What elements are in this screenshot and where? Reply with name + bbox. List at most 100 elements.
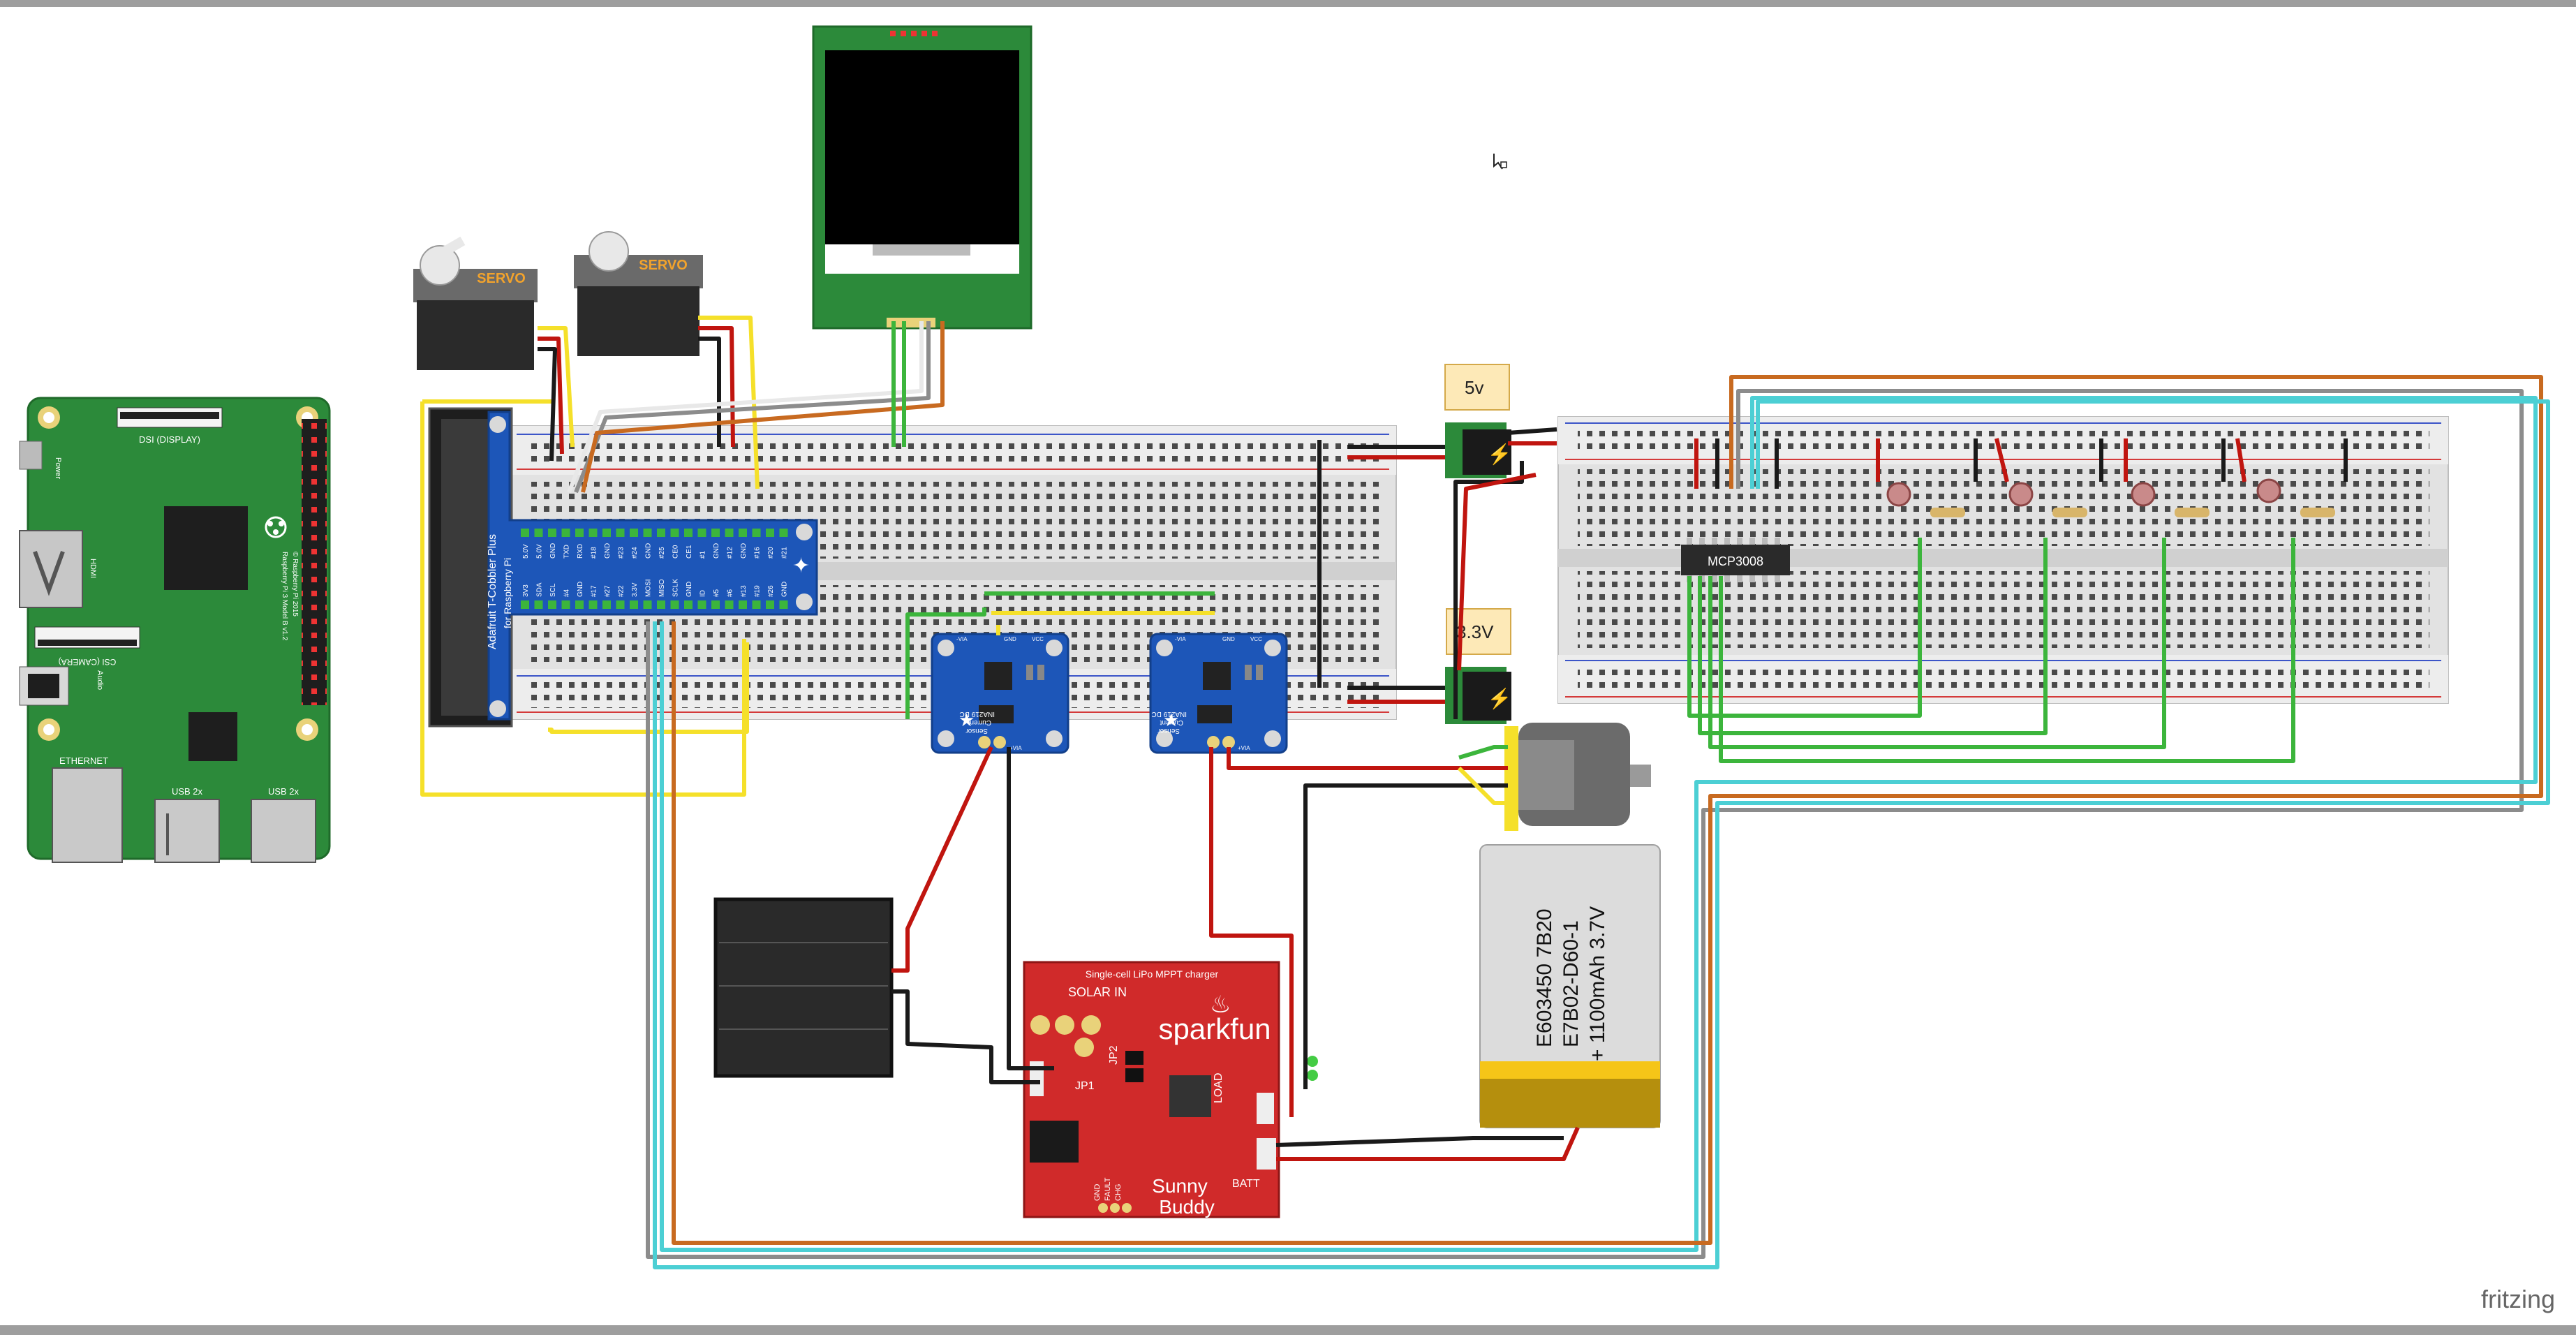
ina219-sensor-2[interactable]: ★ INA219 DC Current Sensor -VIA GND VCC … — [1149, 633, 1288, 754]
ina219-2-vin-minus: -VIA — [1175, 636, 1186, 642]
mcp3008-pin — [1737, 538, 1742, 545]
tft-pin[interactable] — [911, 31, 917, 36]
mcp3008-pin — [1712, 538, 1717, 545]
cobbler-pin-label: #17 — [591, 585, 598, 597]
dc-motor[interactable] — [1504, 723, 1651, 831]
cobbler-pin-bottom[interactable] — [602, 600, 611, 609]
cobbler-pin-top[interactable] — [548, 529, 556, 537]
cobbler-pin-top[interactable] — [766, 529, 774, 537]
cobbler-pin-bottom[interactable] — [779, 600, 788, 609]
servo-2[interactable]: SERVO — [574, 231, 703, 356]
ina219-2-subtitle: Current — [1160, 718, 1183, 726]
cobbler-pin-bottom[interactable] — [630, 600, 638, 609]
cobbler-pin-top[interactable] — [561, 529, 570, 537]
cobbler-pin-label: #27 — [604, 585, 612, 597]
lipo-battery[interactable]: E603450 7B20 E7B02-D60-1 + 1100mAh 3.7V — [1479, 844, 1661, 1128]
cobbler-pin-top[interactable] — [779, 529, 788, 537]
cobbler-pin-top[interactable] — [575, 529, 584, 537]
cobbler-pin-label: #19 — [754, 585, 762, 597]
usb-port-1[interactable] — [154, 799, 220, 863]
cobbler-pin-bottom[interactable] — [684, 600, 693, 609]
cobbler-pin-top[interactable] — [739, 529, 747, 537]
jp1-label: JP1 — [1075, 1080, 1095, 1092]
cobbler-pin-bottom[interactable] — [575, 600, 584, 609]
cobbler-pin-bottom[interactable] — [561, 600, 570, 609]
cobbler-pin-top[interactable] — [752, 529, 761, 537]
cobbler-pin-label: SCLK — [672, 579, 680, 597]
cobbler-pin-top[interactable] — [684, 529, 693, 537]
fault-label: FAULT — [1104, 1177, 1112, 1201]
charger-header: Single-cell LiPo MPPT charger — [1086, 968, 1219, 980]
mcp3008-pin — [1724, 575, 1730, 582]
tft-pin[interactable] — [890, 31, 896, 36]
cobbler-pin-top[interactable] — [602, 529, 611, 537]
cobbler-pin-bottom[interactable] — [643, 600, 652, 609]
cobbler-pin-bottom[interactable] — [670, 600, 679, 609]
cobbler-pin-top[interactable] — [643, 529, 652, 537]
cobbler-pin-bottom[interactable] — [739, 600, 747, 609]
cobbler-pin-bottom[interactable] — [697, 600, 706, 609]
batt-label: BATT — [1232, 1178, 1260, 1190]
adafruit-star-icon: ✦ — [792, 554, 810, 577]
cobbler-pin-bottom[interactable] — [725, 600, 734, 609]
solar-panel[interactable] — [713, 897, 894, 1078]
cobbler-pin-bottom[interactable] — [616, 600, 625, 609]
cobbler-pin-bottom[interactable] — [548, 600, 556, 609]
cobbler-pin-label: TXD — [563, 545, 571, 559]
ina219-1-title: INA219 DC — [959, 710, 995, 718]
sunny-buddy-charger[interactable]: Single-cell LiPo MPPT charger SOLAR IN s… — [1023, 961, 1318, 1218]
mcp3008-pin — [1724, 538, 1730, 545]
mcp3008-pin — [1749, 575, 1755, 582]
cobbler-pin-label: #24 — [631, 547, 639, 559]
power-5v-label: 5v — [1465, 377, 1483, 398]
cobbler-pin-top[interactable] — [616, 529, 625, 537]
tft-pin[interactable] — [921, 31, 927, 36]
cobbler-pin-label: GND — [549, 543, 557, 559]
cobbler-pin-top[interactable] — [521, 529, 529, 537]
cobbler-pin-top[interactable] — [711, 529, 720, 537]
ina219-sensor-1[interactable]: ★ INA219 DC Current Sensor -VIA GND VCC … — [931, 633, 1069, 754]
cobbler-pin-top[interactable] — [670, 529, 679, 537]
power-label: Power — [54, 457, 62, 480]
cobbler-pin-bottom[interactable] — [711, 600, 720, 609]
ina219-2-sensor: Sensor — [1157, 727, 1180, 735]
cobbler-pin-top[interactable] — [725, 529, 734, 537]
cobbler-pin-label: #16 — [754, 547, 762, 559]
tft-pin[interactable] — [901, 31, 906, 36]
cobbler-pin-label: #22 — [618, 585, 626, 597]
cobbler-pin-top[interactable] — [697, 529, 706, 537]
raspberry-pi-board[interactable]: DSI (DISPLAY) Power Raspberry Pi 3 Model… — [19, 397, 331, 863]
cobbler-pin-label: GND — [686, 582, 693, 597]
charger-name-line1: Sunny — [1152, 1175, 1207, 1197]
cobbler-pin-top[interactable] — [657, 529, 665, 537]
load-label: LOAD — [1213, 1072, 1224, 1103]
cobbler-pin-bottom[interactable] — [657, 600, 665, 609]
cobbler-pin-top[interactable] — [534, 529, 543, 537]
ina219-2-vin-plus: +VIA — [1238, 745, 1250, 751]
cobbler-pin-bottom[interactable] — [534, 600, 543, 609]
ina219-1-sensor: Sensor — [965, 727, 988, 735]
ina219-2-title: INA219 DC — [1151, 710, 1187, 718]
cobbler-pin-top[interactable] — [630, 529, 638, 537]
power-module-5v[interactable]: 5v ⚡ — [1444, 364, 1511, 478]
cobbler-pin-bottom[interactable] — [521, 600, 529, 609]
cobbler-pin-bottom[interactable] — [752, 600, 761, 609]
mcp3008-pin — [1737, 575, 1742, 582]
cobbler-pin-top[interactable] — [589, 529, 598, 537]
cobbler-pin-label: SDA — [536, 582, 544, 597]
cobbler-pin-bottom[interactable] — [766, 600, 774, 609]
cobbler-pin-label: GND — [577, 582, 584, 597]
chg-label: CHG — [1114, 1184, 1123, 1201]
cobbler-pin-label: GND — [713, 543, 720, 559]
flame-icon: ♨ — [1210, 991, 1231, 1018]
cobbler-pin-bottom[interactable] — [589, 600, 598, 609]
tft-display[interactable] — [812, 25, 1032, 330]
breadboard-canvas[interactable]: DSI (DISPLAY) Power Raspberry Pi 3 Model… — [0, 0, 2576, 1335]
tft-pin[interactable] — [932, 31, 938, 36]
model-label: Raspberry Pi 3 Model B v1.2 — [281, 552, 288, 641]
cobbler-pin-label: #23 — [618, 547, 626, 559]
ethernet-port[interactable] — [52, 767, 123, 863]
servo-1[interactable]: SERVO — [413, 236, 538, 370]
usb-port-2[interactable] — [251, 799, 316, 863]
cobbler-pin-label: RXD — [577, 544, 584, 559]
